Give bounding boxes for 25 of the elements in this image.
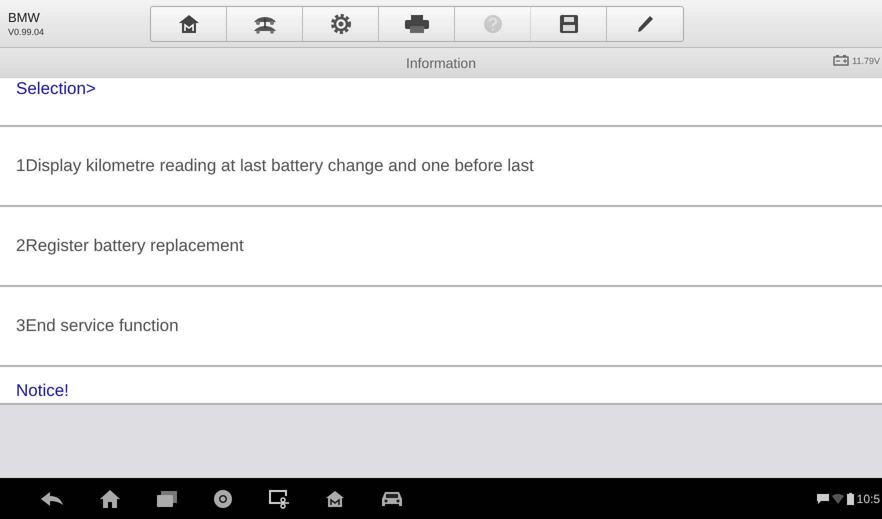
menu-option[interactable]: 2Register battery replacement <box>16 236 244 256</box>
wifi-icon <box>832 494 844 504</box>
screenshot-icon[interactable] <box>268 488 290 508</box>
menu-option[interactable]: 1Display kilometre reading at last battery change and one before last <box>16 156 534 176</box>
notice-heading: Notice! <box>16 381 69 401</box>
recent-apps-icon[interactable] <box>156 490 178 508</box>
menu-option[interactable]: 3End service function <box>16 316 179 336</box>
home-icon[interactable] <box>99 488 121 508</box>
help-icon <box>482 12 504 34</box>
screen-title: Information <box>406 54 476 70</box>
version-label: V0.99.04 <box>8 27 46 37</box>
home-icon <box>178 14 200 34</box>
pencil-icon <box>635 14 655 34</box>
clock-time: 10:5 <box>856 492 880 506</box>
app-title: BMW <box>8 10 41 25</box>
chat-icon <box>816 494 829 504</box>
printer-icon <box>404 14 430 34</box>
battery-icon <box>833 55 850 66</box>
launcher-icon[interactable] <box>325 490 345 508</box>
settings-icon <box>330 12 352 34</box>
browser-icon[interactable] <box>213 488 233 508</box>
battery-icon <box>846 492 854 504</box>
back-icon[interactable] <box>40 490 64 506</box>
voltage-reading: 11.79V <box>852 56 880 66</box>
section-heading: Selection> <box>16 79 96 99</box>
